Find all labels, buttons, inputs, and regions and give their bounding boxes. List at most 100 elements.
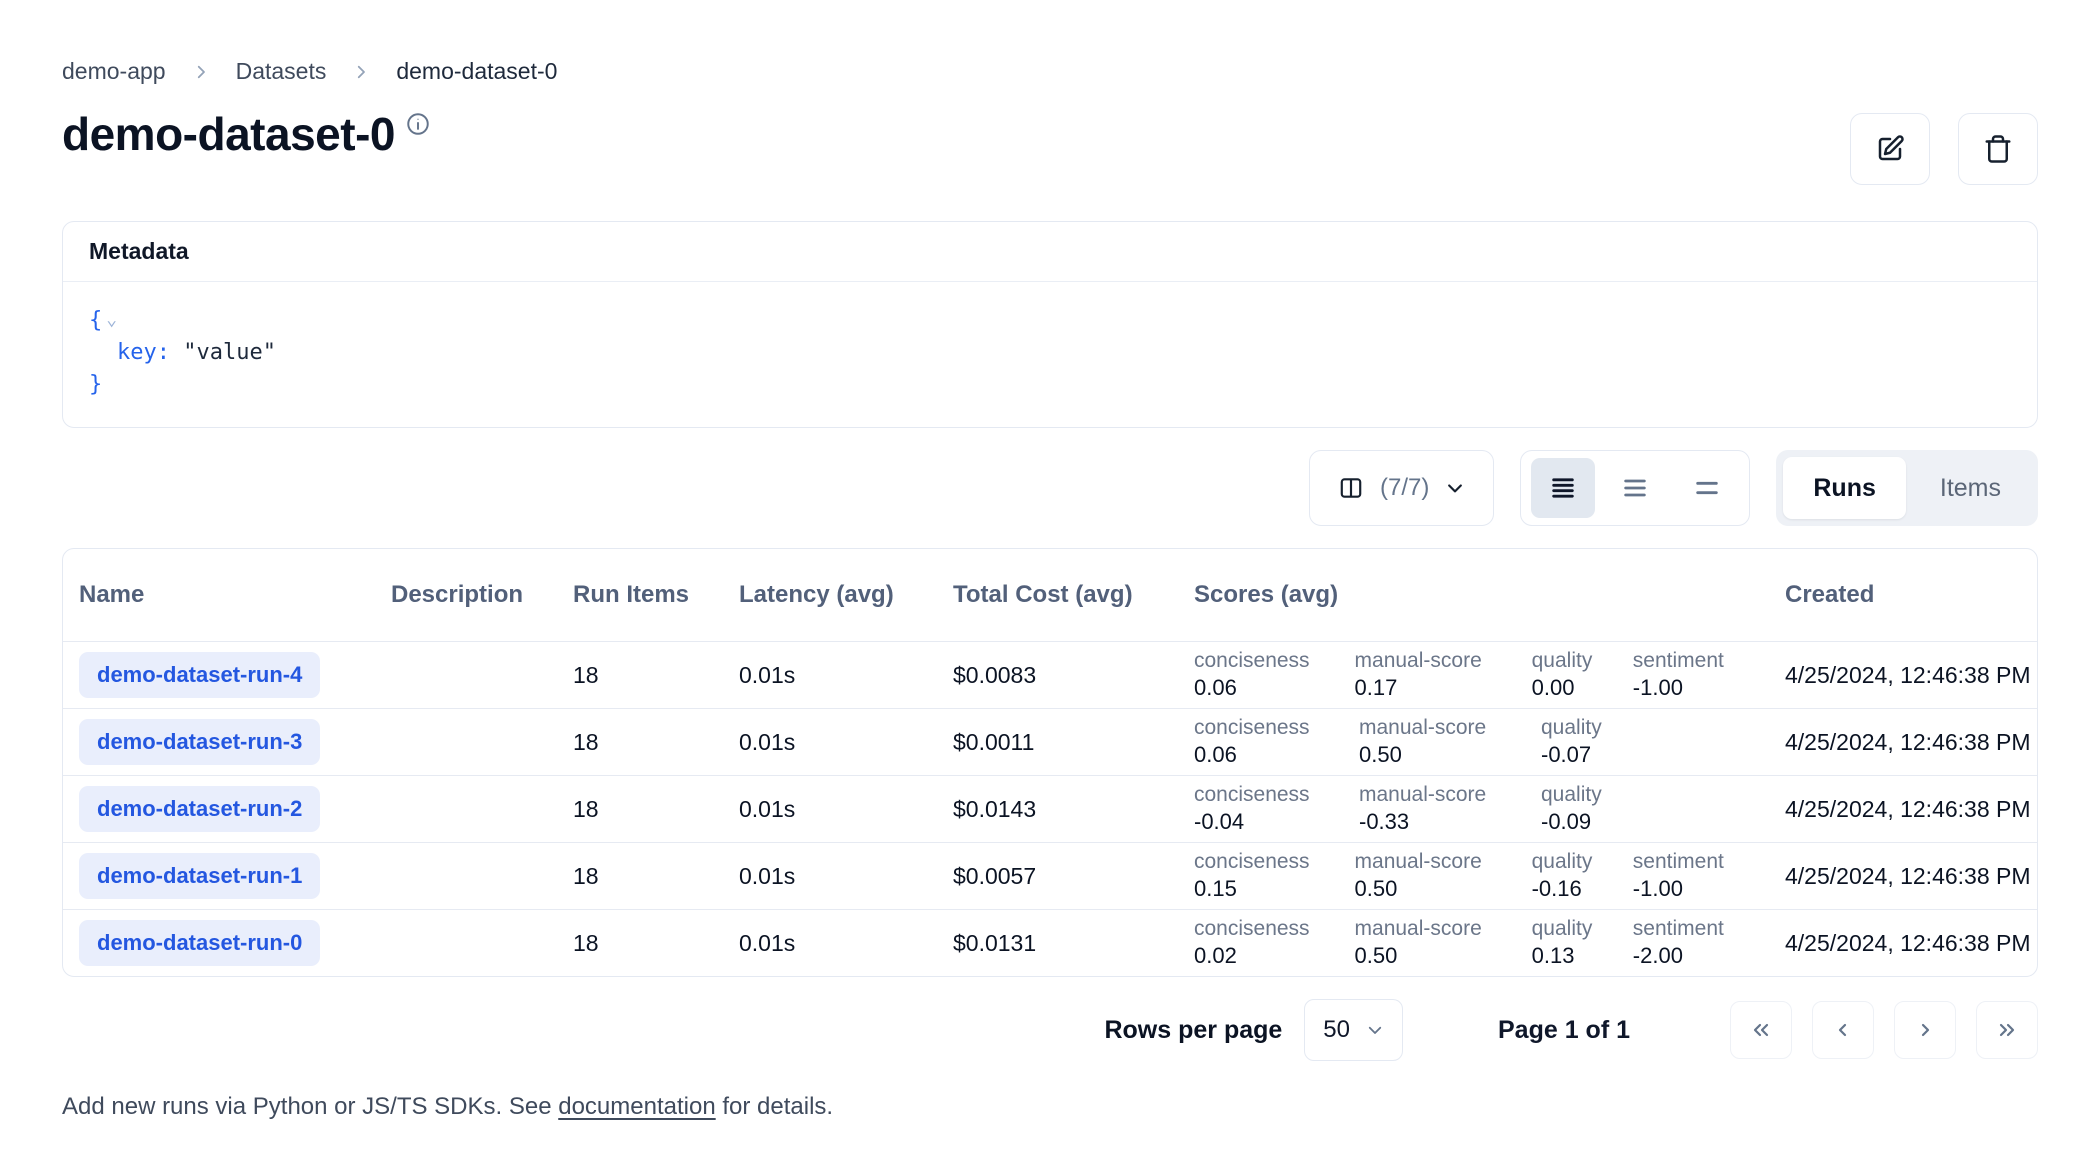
- created-cell: 4/25/2024, 12:46:38 PM: [1769, 729, 2037, 756]
- metadata-card: Metadata {⌄ key: "value" }: [62, 221, 2038, 428]
- score-quality: quality-0.07: [1541, 716, 1645, 768]
- score-manual-score: manual-score0.50: [1359, 716, 1541, 768]
- json-value: "value": [183, 340, 276, 365]
- scores-cell: conciseness0.15manual-score0.50quality-0…: [1178, 850, 1769, 902]
- next-page-button[interactable]: [1894, 1001, 1956, 1059]
- sdk-hint-after: for details.: [716, 1093, 833, 1120]
- table-toolbar: (7/7) Runs Ite: [62, 450, 2038, 526]
- runs-table: NameDescriptionRun ItemsLatency (avg)Tot…: [62, 548, 2038, 977]
- rows-dense-icon: [1549, 474, 1577, 502]
- latency-cell: 0.01s: [723, 796, 937, 823]
- scores-cell: conciseness0.02manual-score0.50quality0.…: [1178, 917, 1769, 969]
- page-header: demo-dataset-0: [62, 109, 2038, 185]
- score-name: manual-score: [1355, 649, 1532, 674]
- score-name: sentiment: [1633, 917, 1769, 942]
- table-header-row: NameDescriptionRun ItemsLatency (avg)Tot…: [63, 549, 2037, 641]
- run-name-link[interactable]: demo-dataset-run-4: [79, 652, 320, 698]
- latency-cell: 0.01s: [723, 930, 937, 957]
- run-name-link[interactable]: demo-dataset-run-2: [79, 786, 320, 832]
- breadcrumb-datasets[interactable]: Datasets: [236, 58, 327, 85]
- chevrons-right-icon: [1995, 1018, 2019, 1042]
- latency-cell: 0.01s: [723, 729, 937, 756]
- total-cost-cell: $0.0083: [937, 662, 1178, 689]
- run-items-cell: 18: [557, 729, 723, 756]
- score-name: manual-score: [1359, 716, 1541, 741]
- table-row[interactable]: demo-dataset-run-4 180.01s$0.0083 concisen…: [63, 641, 2037, 708]
- column-header-created: Created: [1769, 581, 2037, 609]
- table-row[interactable]: demo-dataset-run-3180.01s$0.0011concisen…: [63, 708, 2037, 775]
- score-conciseness: conciseness0.15: [1194, 850, 1355, 902]
- column-header-scores-avg: Scores (avg): [1178, 581, 1769, 609]
- json-close-brace: }: [89, 372, 102, 397]
- chevron-left-icon: [1831, 1018, 1855, 1042]
- pagination-bar: Rows per page 50 Page 1 of 1: [62, 999, 2038, 1061]
- chevron-right-icon: [192, 63, 210, 81]
- created-cell: 4/25/2024, 12:46:38 PM: [1769, 796, 2037, 823]
- column-visibility-button[interactable]: (7/7): [1309, 450, 1494, 526]
- run-items-cell: 18: [557, 796, 723, 823]
- column-header-latency-avg: Latency (avg): [723, 581, 937, 609]
- run-items-cell: 18: [557, 662, 723, 689]
- info-icon[interactable]: [405, 111, 431, 142]
- score-value: 0.15: [1194, 876, 1355, 902]
- score-name: quality: [1541, 783, 1645, 808]
- score-manual-score: manual-score0.50: [1355, 850, 1532, 902]
- breadcrumb-project[interactable]: demo-app: [62, 58, 166, 85]
- previous-page-button[interactable]: [1812, 1001, 1874, 1059]
- run-name-link[interactable]: demo-dataset-run-0: [79, 920, 320, 966]
- score-quality: quality0.00: [1532, 649, 1633, 701]
- run-name-cell: demo-dataset-run-3: [63, 719, 375, 765]
- last-page-button[interactable]: [1976, 1001, 2038, 1059]
- score-value: 0.02: [1194, 943, 1355, 969]
- rows-medium-icon: [1621, 474, 1649, 502]
- run-name-link[interactable]: demo-dataset-run-3: [79, 719, 320, 765]
- runs-items-tab-group: Runs Items: [1776, 450, 2038, 526]
- tab-runs[interactable]: Runs: [1783, 457, 1906, 519]
- rows-per-page-value: 50: [1323, 1016, 1350, 1044]
- table-row[interactable]: demo-dataset-run-2180.01s$0.0143concisen…: [63, 775, 2037, 842]
- table-row[interactable]: demo-dataset-run-0180.01s$0.0131concisen…: [63, 909, 2037, 976]
- score-sentiment: sentiment-1.00: [1633, 649, 1769, 701]
- total-cost-cell: $0.0011: [937, 729, 1178, 756]
- breadcrumb-current-dataset[interactable]: demo-dataset-0: [396, 58, 557, 85]
- column-visibility-count: (7/7): [1380, 474, 1429, 502]
- run-name-link[interactable]: demo-dataset-run-1: [79, 853, 320, 899]
- sdk-hint-before: Add new runs via Python or JS/TS SDKs. S…: [62, 1093, 558, 1120]
- first-page-button[interactable]: [1730, 1001, 1792, 1059]
- score-value: -2.00: [1633, 943, 1769, 969]
- documentation-link[interactable]: documentation: [558, 1093, 715, 1120]
- run-name-cell: demo-dataset-run-1: [63, 853, 375, 899]
- row-height-medium-button[interactable]: [1603, 458, 1667, 518]
- score-value: -0.16: [1532, 876, 1633, 902]
- run-items-cell: 18: [557, 930, 723, 957]
- score-name: manual-score: [1355, 917, 1532, 942]
- score-name: quality: [1532, 917, 1633, 942]
- rows-per-page-select[interactable]: 50: [1304, 999, 1403, 1061]
- run-items-cell: 18: [557, 863, 723, 890]
- score-value: 0.50: [1359, 742, 1541, 768]
- table-row[interactable]: demo-dataset-run-1180.01s$0.0057concisen…: [63, 842, 2037, 909]
- score-name: sentiment: [1633, 850, 1769, 875]
- chevrons-left-icon: [1749, 1018, 1773, 1042]
- metadata-card-title: Metadata: [63, 222, 2037, 282]
- total-cost-cell: $0.0143: [937, 796, 1178, 823]
- score-name: quality: [1532, 850, 1633, 875]
- row-height-large-button[interactable]: [1675, 458, 1739, 518]
- pager-buttons: [1730, 1001, 2038, 1059]
- score-name: conciseness: [1194, 649, 1355, 674]
- row-height-small-button[interactable]: [1531, 458, 1595, 518]
- score-value: -1.00: [1633, 675, 1769, 701]
- table-body: demo-dataset-run-4180.01s$0.0083concisen…: [63, 641, 2037, 976]
- latency-cell: 0.01s: [723, 662, 937, 689]
- score-value: 0.06: [1194, 742, 1359, 768]
- edit-dataset-button[interactable]: [1850, 113, 1930, 185]
- score-sentiment: sentiment-2.00: [1633, 917, 1769, 969]
- run-name-cell: demo-dataset-run-2: [63, 786, 375, 832]
- collapse-caret-icon[interactable]: ⌄: [106, 309, 117, 330]
- page-info: Page 1 of 1: [1498, 1016, 1630, 1045]
- delete-dataset-button[interactable]: [1958, 113, 2038, 185]
- column-header-description: Description: [375, 581, 557, 609]
- score-name: manual-score: [1355, 850, 1532, 875]
- tab-items[interactable]: Items: [1910, 457, 2031, 519]
- column-header-name: Name: [63, 581, 375, 609]
